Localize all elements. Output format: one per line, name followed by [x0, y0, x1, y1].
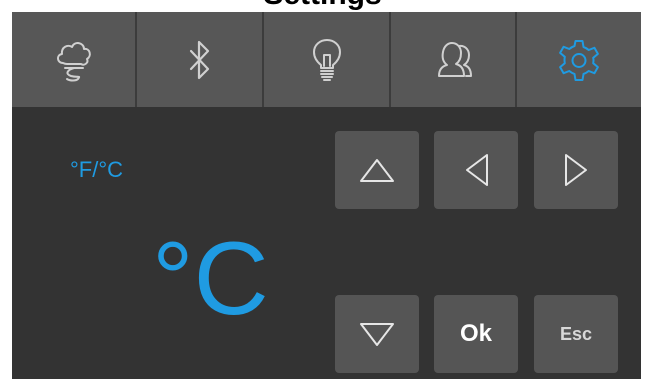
ok-button-label: Ok — [459, 320, 492, 347]
esc-button[interactable]: Esc — [534, 295, 618, 373]
page-title: Settings — [0, 0, 645, 12]
triangle-up-icon — [360, 159, 394, 182]
tab-users[interactable] — [391, 12, 517, 107]
triangle-left-icon — [466, 154, 488, 186]
temperature-unit-value: °C — [152, 221, 269, 337]
triangle-down-icon — [360, 323, 394, 346]
tab-light[interactable] — [264, 12, 391, 107]
triangle-right-icon — [565, 154, 587, 186]
tab-steam[interactable] — [12, 12, 137, 107]
cloud-steam-icon — [56, 41, 91, 81]
up-button[interactable] — [335, 131, 419, 209]
ok-button[interactable]: Ok — [434, 295, 518, 373]
tab-bar — [12, 12, 641, 107]
users-icon — [438, 41, 472, 77]
gear-icon — [559, 39, 599, 81]
tab-settings[interactable] — [517, 12, 641, 107]
right-button[interactable] — [534, 131, 618, 209]
page-header: Settings — [0, 0, 645, 12]
esc-button-label: Esc — [559, 323, 593, 344]
tab-bluetooth[interactable] — [137, 12, 264, 107]
lightbulb-icon — [312, 38, 341, 81]
down-button[interactable] — [335, 295, 419, 373]
bluetooth-icon — [189, 40, 209, 79]
setting-label: °F/°C — [70, 157, 124, 182]
settings-panel: °F/°C °C Ok Esc — [12, 12, 641, 379]
left-button[interactable] — [434, 131, 518, 209]
